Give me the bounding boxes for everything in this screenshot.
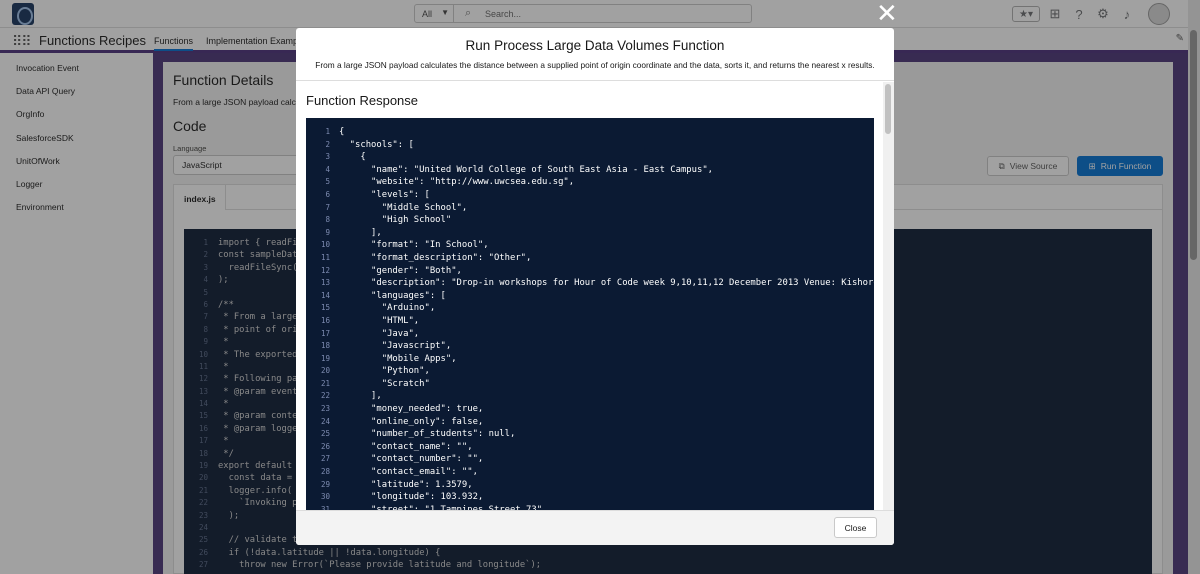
response-line: "Javascript", [339,341,452,352]
function-response-heading: Function Response [306,93,419,108]
response-line: "Scratch" [339,378,430,389]
response-line: "contact_email": "", [339,467,478,478]
modal-scrollbar[interactable] [883,82,894,510]
response-line: "Python", [339,366,430,377]
response-line-number: 24 [320,416,330,426]
response-line: "description": "Drop-in workshops for Ho… [339,278,874,289]
response-line: "money_needed": true, [339,404,484,415]
response-line-number: 2 [325,139,330,149]
response-line: "latitude": 1.3579, [339,479,473,490]
modal-tagline: From a large JSON payload calculates the… [315,60,875,70]
response-line: "levels": [ [339,189,430,200]
response-line: "HTML", [339,315,420,326]
modal-footer: Close [296,510,894,545]
response-line-number: 26 [320,441,330,451]
response-line: { [339,127,345,137]
response-line-number: 6 [325,189,330,199]
response-line: "website": "http://www.uwcsea.edu.sg", [339,177,575,188]
response-line: ], [339,227,382,238]
response-line-number: 22 [320,391,330,401]
response-line: "Java", [339,328,420,339]
response-line: "format_description": "Other", [339,252,532,263]
response-line-number: 28 [320,467,330,477]
response-line-number: 14 [320,290,330,300]
modal-header: Run Process Large Data Volumes Function … [296,28,894,81]
response-line-number: 21 [320,378,330,388]
response-line: "number_of_students": null, [339,429,516,440]
response-line-number: 16 [320,315,330,325]
response-line-number: 23 [320,404,330,414]
response-line-number: 10 [320,240,330,250]
response-line-number: 25 [320,429,330,439]
response-line: "languages": [ [339,290,446,301]
response-line: "gender": "Both", [339,265,462,276]
response-line: { [339,152,366,163]
response-line: "online_only": false, [339,416,484,427]
response-line: "Mobile Apps", [339,353,457,364]
response-line-number: 5 [325,177,330,187]
response-line-number: 9 [325,227,330,237]
response-line-number: 20 [320,366,330,376]
function-run-modal: Run Process Large Data Volumes Function … [296,28,894,545]
response-line-number: 13 [320,278,330,288]
response-json-lines: { "schools": [ { "name": "United World C… [339,126,874,510]
response-line-number: 8 [325,215,330,225]
function-response-viewer[interactable]: 1 2 3 4 5 6 7 8 9 10 11 12 13 14 15 16 17 18 19 20 21 22 23 24 2… [306,118,874,510]
modal-scrollbar-thumb[interactable] [885,84,891,134]
response-line-number: 30 [320,492,330,502]
response-line: ], [339,391,382,402]
response-line: "contact_name": "", [339,441,473,452]
response-line-number: 7 [325,202,330,212]
response-line-number: 18 [320,341,330,351]
response-line-number: 17 [320,328,330,338]
response-line: "Middle School", [339,202,468,213]
response-line-number: 19 [320,353,330,363]
modal-body: Function Response 1 2 3 4 5 6 7 8 9 10 11 12 13 14 15 1… [296,82,894,510]
response-line: "High School" [339,215,452,226]
response-line-number: 11 [320,252,330,262]
response-line: "schools": [ [339,139,414,150]
response-line-number: 15 [320,303,330,313]
response-line: "longitude": 103.932, [339,492,484,503]
response-line-number: 4 [325,164,330,174]
response-line-number: 27 [320,454,330,464]
modal-title: Run Process Large Data Volumes Function [465,38,725,53]
response-line-number: 29 [320,479,330,489]
response-line: "name": "United World College of South E… [339,164,714,175]
response-line: "Arduino", [339,303,436,314]
response-line: "format": "In School", [339,240,489,251]
response-line-number: 3 [325,152,330,162]
response-line-number: 1 [325,127,330,136]
close-button[interactable]: Close [834,517,877,538]
response-line-number-gutter: 1 2 3 4 5 6 7 8 9 10 11 12 13 14 15 16 17 18 19 20 21 22 23 24 2… [306,126,330,510]
response-line: "contact_number": "", [339,454,484,465]
modal-close-icon[interactable]: ✕ [876,0,898,26]
response-line-number: 12 [320,265,330,275]
